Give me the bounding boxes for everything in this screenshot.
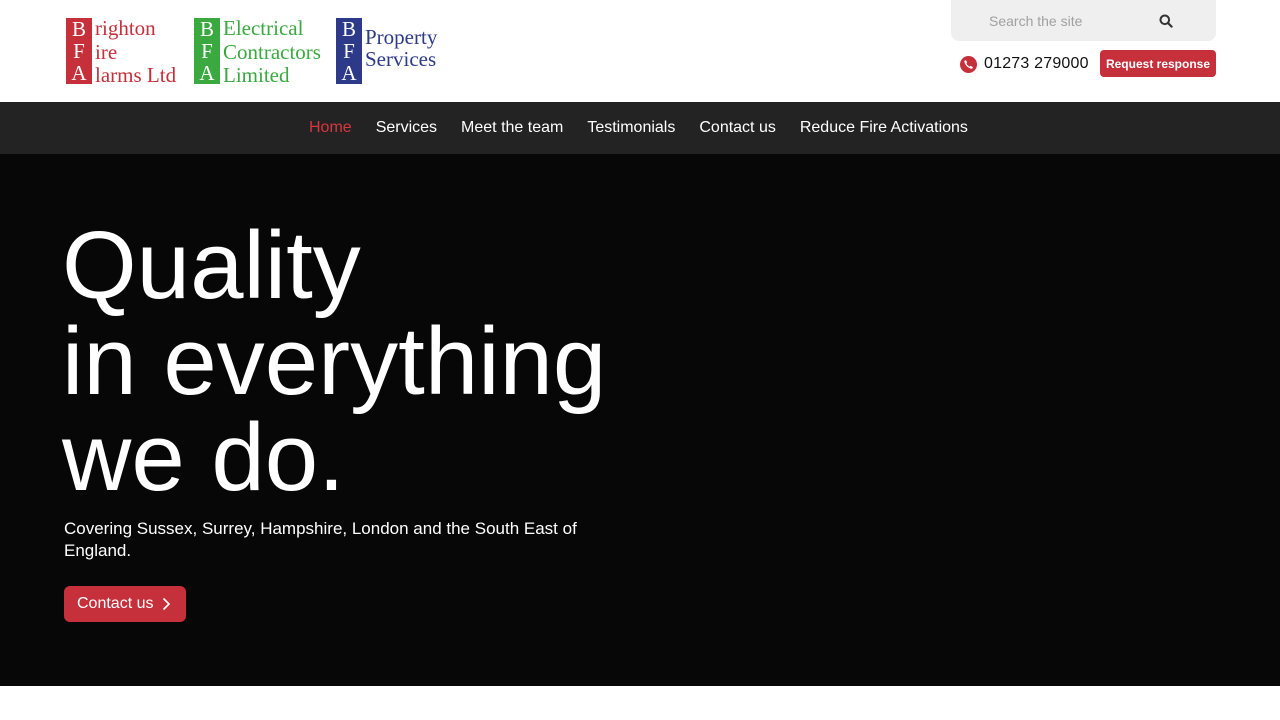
hero-headline-line: we do. <box>62 404 345 511</box>
logo-word: Services <box>365 47 437 71</box>
logo-initial: F <box>73 39 85 63</box>
logo-brighton-fire-alarms[interactable]: B F A righton ire larms Ltd <box>64 16 176 86</box>
logo-initial: F <box>201 39 213 63</box>
hero-headline-line: in everything <box>62 308 607 415</box>
logo-words: Electrical Contractors Limited <box>222 16 321 86</box>
page-below-fold <box>0 686 1280 720</box>
logo-bfa-electrical[interactable]: B F A Electrical Contractors Limited <box>192 16 321 86</box>
logo-bfa-property[interactable]: B F A Property Services <box>334 16 437 86</box>
logo-word: ire <box>95 39 118 64</box>
nav-item-meet-the-team[interactable]: Meet the team <box>461 119 563 137</box>
logo-initial: A <box>341 61 357 85</box>
hero-contact-us-button[interactable]: Contact us <box>64 586 186 622</box>
contact-button-label: Contact us <box>77 595 154 612</box>
phone-contact[interactable]: 01273 279000 <box>960 54 1089 74</box>
search-icon[interactable] <box>1155 10 1177 32</box>
search-input[interactable] <box>951 0 1151 41</box>
hero-headline: Quality in everything we do. <box>62 218 606 506</box>
nav-item-contact-us[interactable]: Contact us <box>699 119 775 137</box>
nav-item-home[interactable]: Home <box>309 119 352 137</box>
logo-word: Electrical <box>223 16 304 40</box>
phone-icon <box>960 55 977 73</box>
logo-word: Contractors <box>223 39 321 64</box>
logo-initials-box: B F A <box>192 16 222 86</box>
request-response-button[interactable]: Request response <box>1100 50 1216 77</box>
logo-word: righton <box>95 16 156 40</box>
logo-word: larms Ltd <box>95 63 177 87</box>
site-header: B F A righton ire larms Ltd B F A Electr… <box>0 0 1280 102</box>
logo-initials-box: B F A <box>334 16 364 86</box>
logo-word: Property <box>365 25 438 49</box>
logo-initials-box: B F A <box>64 16 94 86</box>
logo-words: Property Services <box>364 16 437 86</box>
phone-number[interactable]: 01273 279000 <box>984 55 1089 73</box>
hero-banner: Quality in everything we do. Covering Su… <box>0 154 1280 686</box>
logo-initial: A <box>71 61 87 85</box>
logo-initial: F <box>343 39 355 63</box>
logo-initial: B <box>341 17 356 41</box>
search-bar <box>951 0 1216 41</box>
logo-words: righton ire larms Ltd <box>94 16 176 86</box>
nav-item-services[interactable]: Services <box>376 119 437 137</box>
nav-item-reduce-fire-activations[interactable]: Reduce Fire Activations <box>800 119 968 137</box>
logo-initial: B <box>199 17 214 41</box>
hero-headline-line: Quality <box>62 212 361 319</box>
main-navigation: Home Services Meet the team Testimonials… <box>0 102 1280 154</box>
nav-item-testimonials[interactable]: Testimonials <box>587 119 675 137</box>
logo-initial: A <box>199 61 215 85</box>
logo-word: Limited <box>223 63 290 87</box>
logo-initial: B <box>71 17 86 41</box>
chevron-right-icon <box>162 597 171 611</box>
hero-subtitle: Covering Sussex, Surrey, Hampshire, Lond… <box>64 519 577 560</box>
